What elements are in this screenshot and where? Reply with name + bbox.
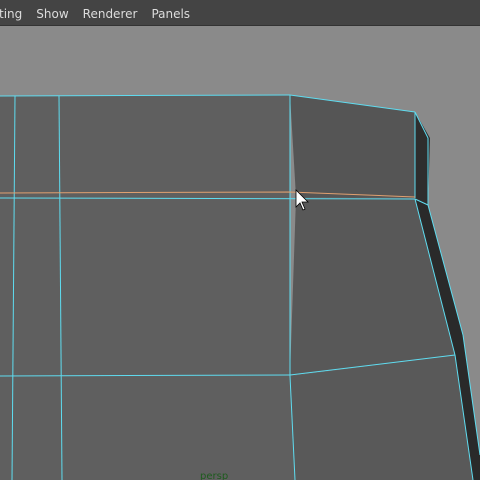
mesh-face-top-right[interactable] (290, 95, 415, 198)
menu-show[interactable]: Show (29, 4, 75, 25)
mesh-face-bottom-right[interactable] (290, 355, 473, 480)
viewport-canvas[interactable] (0, 26, 480, 480)
camera-label: persp (200, 471, 229, 480)
menu-panels[interactable]: Panels (144, 4, 197, 25)
menu-lighting-shading[interactable]: ting (0, 4, 29, 25)
mesh-face-main[interactable] (0, 95, 295, 480)
maya-app-window: ting Show Renderer Panels persp (0, 0, 480, 480)
menu-renderer[interactable]: Renderer (76, 4, 145, 25)
3d-viewport[interactable]: persp (0, 26, 480, 480)
panel-menubar: ting Show Renderer Panels (0, 4, 480, 26)
